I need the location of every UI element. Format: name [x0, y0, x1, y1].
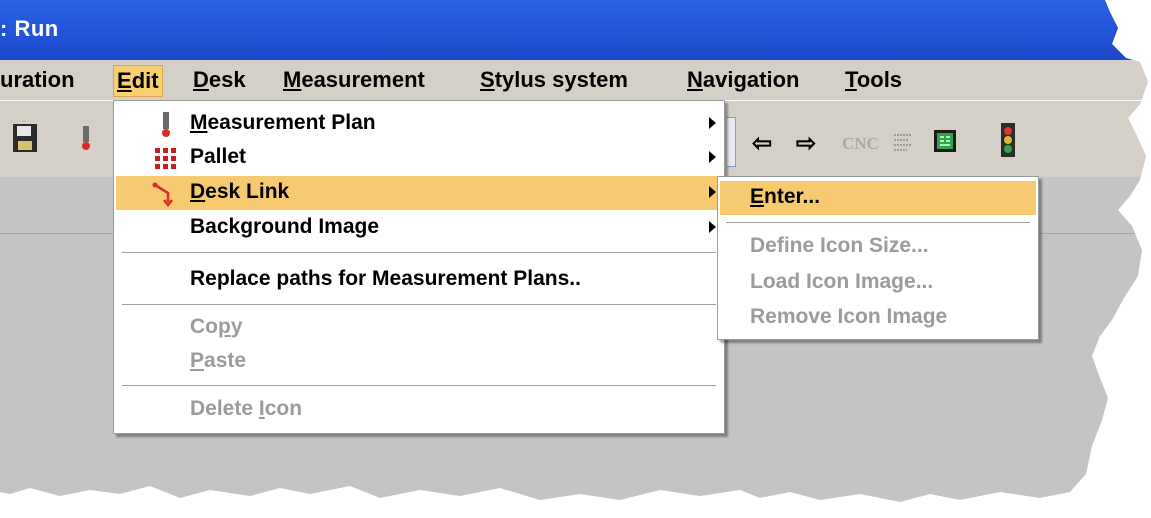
screenshot-canvas: : Run uration Edit Desk Measurement Styl… — [0, 0, 1151, 518]
menuitem-measurement-plan[interactable]: Measurement Plan — [116, 107, 722, 141]
menu-separator — [122, 252, 716, 254]
menu-measurement[interactable]: Measurement — [283, 67, 425, 93]
menuitem-copy[interactable]: Copy — [116, 311, 722, 345]
menuitem-delete-icon[interactable]: Delete Icon — [116, 393, 722, 427]
menu-navigation-rest: avigation — [702, 67, 800, 92]
menu-separator — [122, 385, 716, 387]
menuitem-pallet[interactable]: Pallet — [116, 141, 722, 175]
menuitem-label: Delete Icon — [190, 397, 303, 420]
menuitem-load-icon-image[interactable]: Load Icon Image... — [720, 266, 1036, 300]
menu-measurement-mnemonic: M — [283, 67, 302, 92]
combo-box-edge[interactable] — [727, 117, 736, 167]
desk-link-icon — [152, 182, 173, 208]
menu-desk[interactable]: Desk — [193, 67, 246, 93]
back-arrow-icon[interactable]: ⇦ — [752, 129, 772, 158]
title-bar[interactable]: : Run — [0, 0, 1148, 60]
menu-navigation[interactable]: Navigation — [687, 67, 799, 93]
menuitem-label: Load Icon Image... — [750, 270, 934, 293]
window-title: : Run — [0, 16, 59, 41]
menu-stylus-system[interactable]: Stylus system — [480, 67, 628, 93]
pallet-grid-icon — [155, 148, 176, 169]
menu-navigation-mnemonic: N — [687, 67, 703, 92]
desk-link-submenu: Enter... Define Icon Size... Load Icon I… — [717, 176, 1039, 340]
menuitem-label: Enter... — [750, 185, 821, 208]
menu-stylus-system-mnemonic: S — [480, 67, 495, 92]
stylus-toolbar-icon[interactable] — [79, 126, 93, 152]
green-board-icon[interactable] — [934, 130, 956, 152]
traffic-light-icon[interactable] — [1000, 123, 1016, 157]
menuitem-replace-paths[interactable]: Replace paths for Measurement Plans.. — [116, 263, 722, 297]
menuitem-background-image[interactable]: Background Image — [116, 211, 722, 245]
menu-tools-rest: ools — [856, 67, 903, 92]
menuitem-label: Desk Link — [190, 180, 290, 203]
wave-icon[interactable] — [892, 131, 914, 153]
menu-configuration[interactable]: uration — [0, 67, 75, 93]
menuitem-label: Replace paths for Measurement Plans.. — [190, 267, 581, 290]
menuitem-label: Background Image — [190, 215, 380, 238]
menuitem-label: Measurement Plan — [190, 111, 376, 134]
menu-separator — [122, 304, 716, 306]
submenu-arrow-icon — [709, 221, 716, 233]
menu-separator — [726, 222, 1030, 224]
menu-tools-mnemonic: T — [845, 67, 857, 92]
menu-stylus-system-rest: tylus system — [494, 67, 628, 92]
menuitem-label: Remove Icon Image — [750, 305, 948, 328]
menuitem-desk-link[interactable]: Desk Link — [116, 176, 722, 210]
menu-edit[interactable]: Edit — [113, 65, 163, 97]
menu-bar: uration Edit Desk Measurement Stylus sys… — [0, 60, 1148, 100]
menuitem-define-icon-size[interactable]: Define Icon Size... — [720, 230, 1036, 264]
menuitem-label: Paste — [190, 349, 247, 372]
menu-tools[interactable]: Tools — [845, 67, 902, 93]
forward-arrow-icon[interactable]: ⇨ — [796, 129, 816, 158]
edit-dropdown-menu: Measurement Plan Pallet Desk Link Backgr… — [113, 100, 725, 434]
menuitem-enter[interactable]: Enter... — [720, 181, 1036, 215]
submenu-arrow-icon — [709, 117, 716, 129]
menuitem-paste[interactable]: Paste — [116, 345, 722, 379]
menuitem-label: Pallet — [190, 145, 247, 168]
submenu-arrow-icon — [709, 151, 716, 163]
menu-measurement-rest: easurement — [301, 67, 425, 92]
menuitem-remove-icon-image[interactable]: Remove Icon Image — [720, 301, 1036, 335]
menu-edit-rest: dit — [131, 68, 159, 93]
save-disk-icon[interactable] — [12, 123, 38, 153]
cnc-button[interactable]: CNC — [842, 134, 879, 154]
stylus-icon — [162, 112, 170, 137]
menuitem-label: Define Icon Size... — [750, 234, 929, 257]
menu-edit-mnemonic: E — [117, 68, 132, 93]
menu-desk-mnemonic: D — [193, 67, 209, 92]
submenu-arrow-icon — [709, 186, 716, 198]
menu-desk-rest: esk — [208, 67, 246, 92]
menuitem-label: Copy — [190, 315, 243, 338]
